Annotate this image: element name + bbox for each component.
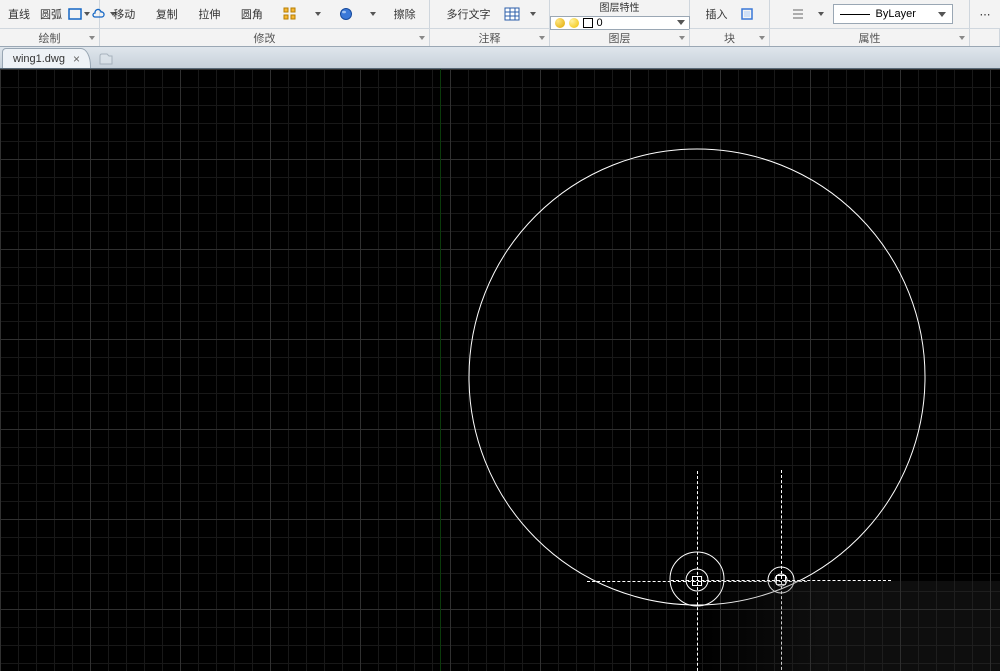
copy-tool-label[interactable]: 复制 xyxy=(152,6,182,22)
layerprops-label[interactable]: 图层特性 xyxy=(596,0,644,14)
sphere-dropdown[interactable] xyxy=(369,3,377,25)
fillet-tool-label[interactable]: 圆角 xyxy=(237,6,267,22)
table-icon[interactable] xyxy=(501,3,523,25)
ribbon: 直线 圆弧 移动 复制 拉伸 圆角 xyxy=(0,0,1000,47)
array-dropdown[interactable] xyxy=(314,3,322,25)
properties-dropdown[interactable] xyxy=(817,3,825,25)
erase-tool-label[interactable]: 擦除 xyxy=(390,6,420,22)
properties-icon[interactable] xyxy=(787,3,809,25)
panel-modify-tools: 移动 复制 拉伸 圆角 擦除 xyxy=(100,0,430,28)
panel-label-layer[interactable]: 图层 xyxy=(550,29,690,46)
color-swatch xyxy=(583,18,593,28)
medium-circle xyxy=(670,552,724,606)
chevron-down-icon xyxy=(938,12,946,17)
panel-label-overflow xyxy=(970,29,1000,46)
insert-tool-label[interactable]: 插入 xyxy=(702,6,732,22)
document-tab-active[interactable]: wing1.dwg × xyxy=(2,48,91,68)
rectangle-icon[interactable] xyxy=(68,3,82,25)
document-tab-bar: wing1.dwg × xyxy=(0,47,1000,69)
linetype-value: ByLayer xyxy=(876,8,932,20)
stretch-tool-label[interactable]: 拉伸 xyxy=(194,6,224,22)
panel-annot-tools: 多行文字 xyxy=(430,0,550,28)
sphere-icon[interactable] xyxy=(335,3,357,25)
line-sample xyxy=(840,14,870,15)
panel-label-modify[interactable]: 修改 xyxy=(100,29,430,46)
close-icon[interactable]: × xyxy=(73,52,80,66)
new-tab-button[interactable] xyxy=(95,50,117,68)
sun-icon xyxy=(569,18,579,28)
move-tool-label[interactable]: 移动 xyxy=(109,6,139,22)
rectangle-dropdown[interactable] xyxy=(84,3,90,25)
ribbon-panel-labels: 绘制 修改 注释 图层 块 属性 xyxy=(0,28,1000,46)
panel-layer-tools: 图层特性 0 xyxy=(550,0,690,28)
panel-label-annot[interactable]: 注释 xyxy=(430,29,550,46)
arc-tool-label[interactable]: 圆弧 xyxy=(36,6,66,22)
table-dropdown[interactable] xyxy=(529,3,537,25)
document-tab-title: wing1.dwg xyxy=(13,53,65,65)
panel-draw-tools: 直线 圆弧 xyxy=(0,0,100,28)
small-circle xyxy=(686,569,708,591)
bulb-icon xyxy=(555,18,565,28)
mtext-tool-label[interactable]: 多行文字 xyxy=(443,6,495,22)
panel-label-draw[interactable]: 绘制 xyxy=(0,29,100,46)
layer-combo-value: 0 xyxy=(597,17,673,29)
big-circle xyxy=(469,149,925,605)
panel-overflow[interactable]: ⋯ xyxy=(970,0,1000,28)
array-icon[interactable] xyxy=(279,3,301,25)
inner-right-circle xyxy=(775,574,787,586)
panel-block-tools: 插入 xyxy=(690,0,770,28)
layer-combo[interactable]: 0 xyxy=(550,16,690,30)
drawing-canvas[interactable] xyxy=(0,69,1000,671)
line-tool-label[interactable]: 直线 xyxy=(4,6,34,22)
panel-label-prop[interactable]: 属性 xyxy=(770,29,970,46)
ribbon-tool-row: 直线 圆弧 移动 复制 拉伸 圆角 xyxy=(0,0,1000,28)
drawing-svg xyxy=(0,69,1000,671)
chevron-down-icon xyxy=(677,20,685,25)
overflow-label: ⋯ xyxy=(976,8,995,21)
linetype-combo[interactable]: ByLayer xyxy=(833,4,953,24)
panel-prop-tools: ByLayer xyxy=(770,0,970,28)
block-edit-icon[interactable] xyxy=(736,3,758,25)
panel-label-block[interactable]: 块 xyxy=(690,29,770,46)
